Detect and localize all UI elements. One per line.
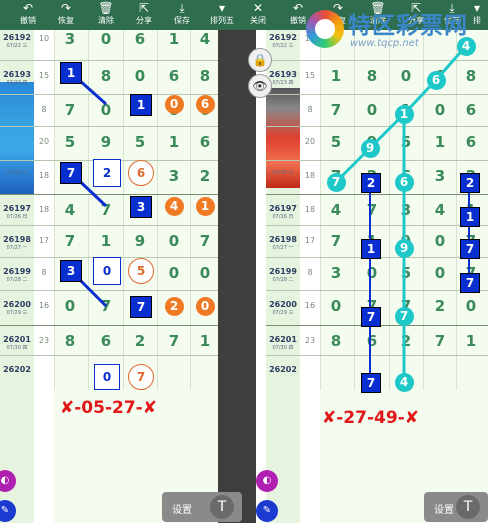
undo-button[interactable]: ↶ 撤销 [8,0,48,30]
trash-icon: 🗑 [98,1,114,15]
orange-circle-marker: 0 [164,94,184,114]
blue-square-marker: 7 [60,162,82,184]
outlined-circle-marker: 5 [128,258,154,284]
watermark-url: www.tqcp.net [350,38,419,49]
settings-bar-2[interactable]: 设置 T [424,492,488,522]
blue-square-marker: 2 [460,173,480,193]
formula-label: ✘-05-27-✘ [60,398,157,418]
settings-label: 设置 [172,505,192,516]
lock-icon[interactable]: 🔒 [248,48,272,72]
outlined-square-marker: 0 [93,257,121,285]
redo-icon: ↷ [60,1,72,15]
orange-circle-marker: 1 [195,196,215,216]
blue-square-marker: 1 [60,62,82,84]
blue-square-marker: 7 [460,273,480,293]
blue-square-marker: 7 [460,239,480,259]
watermark-logo [306,10,344,48]
outlined-square-marker: 2 [93,159,121,187]
text-icon[interactable]: T [210,495,234,519]
blue-square-marker: 3 [60,260,82,282]
blue-square-marker: 1 [460,207,480,227]
text-icon[interactable]: T [456,495,480,519]
blue-square-marker: 7 [130,296,152,318]
close-icon: ✕ [252,1,264,15]
share-icon: ⇱ [138,1,150,15]
teal-circle-marker: 7 [326,172,346,192]
blue-square-marker: 3 [130,196,152,218]
pen-fab-2[interactable]: ✎ [256,500,278,522]
teal-circle-marker: 6 [426,70,446,90]
lottery-type-dropdown[interactable]: ▾ 排列五 [202,0,242,30]
clear-button[interactable]: 🗑 清除 [86,0,126,30]
redo-button[interactable]: ↷ 恢复 [46,0,86,30]
share-button[interactable]: ⇱ 分享 [124,0,164,30]
settings-label: 设置 [434,505,454,516]
watermark-title: 特区彩票网 [348,13,468,39]
download-icon: ⤓ [179,1,185,15]
settings-bar[interactable]: 设置 T [162,492,242,522]
undo-icon: ↶ [22,1,34,15]
prediction-square-marker: 0 [94,364,120,390]
teal-circle-marker: 6 [394,172,414,192]
caret-down-icon: ▾ [473,1,481,15]
eye-icon[interactable]: 👁 [248,74,272,98]
caret-down-icon: ▾ [218,1,226,15]
blue-square-marker: 7 [361,307,381,327]
teal-circle-marker: 9 [360,138,380,158]
blue-square-marker: 1 [361,239,381,259]
palette-fab-2[interactable]: ◐ [256,470,278,492]
right-chart-panel: 2619207/22 三102619307/23 四15180688701062… [266,30,488,523]
orange-circle-marker: 2 [164,296,184,316]
left-chart-panel: 2619207/22 三10306142619307/23 四151806887… [0,30,218,523]
prediction-circle-marker: 7 [128,364,154,390]
teal-circle-marker: 7 [394,306,414,326]
orange-circle-marker: 4 [164,196,184,216]
connection-lines [334,45,470,382]
outlined-circle-marker: 6 [128,160,154,186]
save-button[interactable]: ⤓ 保存 [162,0,202,30]
teal-circle-marker: 4 [394,372,414,392]
orange-circle-marker: 0 [195,296,215,316]
teal-circle-marker: 9 [394,238,414,258]
close-button[interactable]: ✕ 关闭 [238,0,278,30]
orange-circle-marker: 6 [195,94,215,114]
formula-label: ✘-27-49-✘ [322,408,419,428]
lottery-type-dropdown-2[interactable]: ▾ 排 [466,0,488,30]
blue-square-marker: 1 [130,94,152,116]
blue-square-marker: 7 [361,373,381,393]
teal-circle-marker: 1 [394,104,414,124]
panel-divider [218,30,256,523]
blue-square-marker: 2 [361,173,381,193]
